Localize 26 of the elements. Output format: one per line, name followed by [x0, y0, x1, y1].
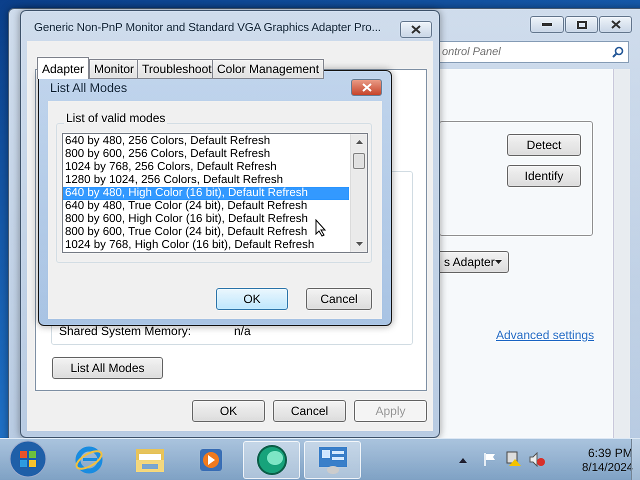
mode-item[interactable]: 1280 by 1024, 256 Colors, Default Refresh: [63, 174, 349, 187]
identify-button[interactable]: Identify: [507, 165, 581, 187]
dialog-button[interactable]: OK: [216, 288, 288, 310]
memory-value: n/a: [234, 324, 251, 338]
mode-item[interactable]: 640 by 480, 256 Colors, Default Refresh: [63, 135, 349, 148]
dialog-button[interactable]: Cancel: [306, 288, 372, 310]
clock-date[interactable]: 8/14/2024: [582, 462, 634, 474]
tab[interactable]: Color Management: [212, 59, 324, 79]
mode-item[interactable]: 1024 by 768, High Color (16 bit), Default Refresh: [63, 239, 349, 252]
list-all-modes-button[interactable]: List All Modes: [52, 357, 163, 379]
detect-button[interactable]: Detect: [507, 134, 581, 156]
search-input[interactable]: ontrol Panel: [440, 45, 590, 59]
dialog-button[interactable]: Cancel: [273, 400, 346, 422]
memory-label: Shared System Memory:: [59, 324, 192, 338]
mode-item[interactable]: 800 by 600, High Color (16 bit), Default Refresh: [63, 213, 349, 226]
tab[interactable]: Monitor: [89, 59, 140, 79]
mode-item[interactable]: 800 by 600, 256 Colors, Default Refresh: [63, 148, 349, 161]
dialog-button[interactable]: OK: [192, 400, 265, 422]
tab[interactable]: Adapter: [37, 57, 90, 79]
advanced-settings-link[interactable]: Advanced settings: [496, 328, 594, 342]
window-title: Generic Non-PnP Monitor and Standard VGA Graphics Adapter Pro...: [34, 22, 381, 34]
mode-item[interactable]: 800 by 600, True Color (24 bit), Default Refresh: [63, 226, 349, 239]
dialog-title: List All Modes: [50, 81, 128, 95]
mode-item[interactable]: 640 by 480, True Color (24 bit), Default Refresh: [63, 200, 349, 213]
group-label: List of valid modes: [64, 111, 168, 125]
mode-item[interactable]: 1024 by 768, 256 Colors, Default Refresh: [63, 161, 349, 174]
